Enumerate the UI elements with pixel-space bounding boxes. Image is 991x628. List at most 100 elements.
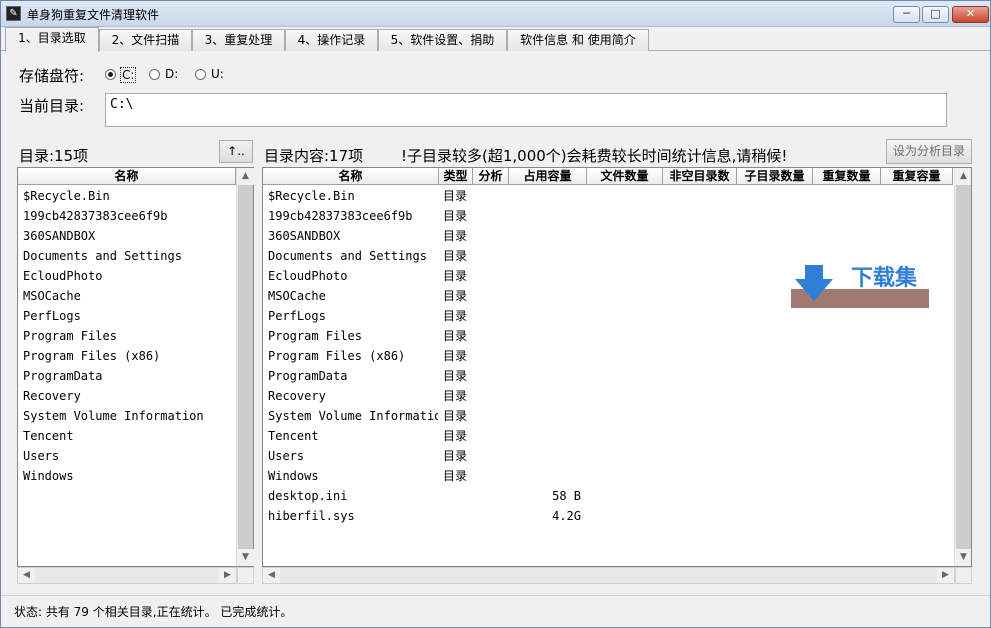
column-header-dup-count[interactable]: 重复数量 [813, 168, 881, 185]
table-cell-size [509, 286, 581, 306]
list-item[interactable]: Users [23, 446, 233, 466]
directory-content-table[interactable]: 名称 类型 分析 占用容量 文件数量 非空目录数 子目录数量 重复数量 重复容量… [262, 167, 972, 567]
column-header-analyze[interactable]: 分析 [473, 168, 509, 185]
tab-file-scan[interactable]: 2、文件扫描 [99, 29, 192, 51]
list-item[interactable]: Program Files (x86) [23, 346, 233, 366]
table-cell-name[interactable]: Documents and Settings [268, 246, 438, 266]
table-cell-name[interactable]: Program Files [268, 326, 438, 346]
set-analysis-dir-button[interactable]: 设为分析目录 [886, 139, 972, 164]
table-cell-name[interactable]: EcloudPhoto [268, 266, 438, 286]
tab-settings-donate[interactable]: 5、软件设置、捐助 [378, 29, 507, 51]
scroll-up-icon[interactable]: ▲ [237, 168, 254, 185]
scroll-right-icon[interactable]: ▶ [937, 568, 954, 583]
directory-list-vscroll-thumb[interactable] [238, 185, 253, 549]
scroll-left-icon[interactable]: ◀ [263, 568, 280, 583]
column-header-file-count[interactable]: 文件数量 [587, 168, 663, 185]
table-cell-name[interactable]: System Volume Informatio [268, 406, 438, 426]
title-bar: ✎ 单身狗重复文件清理软件 ─ □ ✕ [1, 1, 990, 27]
list-item[interactable]: Windows [23, 466, 233, 486]
content-table-vscroll-thumb[interactable] [956, 185, 971, 549]
close-button[interactable]: ✕ [952, 6, 989, 23]
table-cell-type: 目录 [443, 369, 468, 383]
table-cell-size [509, 426, 581, 446]
drive-option-c-label[interactable]: C: [120, 67, 137, 83]
table-cell-size [509, 446, 581, 466]
directory-list-hscroll[interactable]: ◀ ▶ [17, 567, 237, 584]
content-table-hscroll[interactable]: ◀ ▶ [262, 567, 955, 584]
scroll-down-icon[interactable]: ▼ [955, 549, 971, 566]
table-cell-name[interactable]: Recovery [268, 386, 438, 406]
scroll-right-icon[interactable]: ▶ [219, 568, 236, 583]
list-item[interactable]: ProgramData [23, 366, 233, 386]
current-dir-field[interactable]: C:\ [105, 93, 947, 127]
scroll-down-icon[interactable]: ▼ [237, 549, 254, 566]
table-cell-name[interactable]: $Recycle.Bin [268, 186, 438, 206]
table-cell-name[interactable]: Tencent [268, 426, 438, 446]
table-cell-name[interactable]: 360SANDBOX [268, 226, 438, 246]
table-cell-name[interactable]: Users [268, 446, 438, 466]
status-bar: 状态: 共有 79 个相关目录,正在统计。 已完成统计。 [1, 595, 990, 627]
table-cell-name[interactable]: Program Files (x86) [268, 346, 438, 366]
list-item[interactable]: MSOCache [23, 286, 233, 306]
table-cell-type: 目录 [443, 429, 468, 443]
list-item[interactable]: $Recycle.Bin [23, 186, 233, 206]
list-item[interactable]: EcloudPhoto [23, 266, 233, 286]
minimize-button[interactable]: ─ [893, 6, 920, 23]
tab-software-info[interactable]: 软件信息 和 使用简介 [507, 29, 649, 51]
table-cell-size [509, 466, 581, 486]
table-cell-type: 目录 [443, 449, 468, 463]
directory-list-vscroll[interactable]: ▲ ▼ [236, 168, 254, 566]
column-header-subdir-count[interactable]: 子目录数量 [737, 168, 813, 185]
content-count-label: 目录内容:17项 [264, 147, 364, 165]
status-text: 状态: 共有 79 个相关目录,正在统计。 已完成统计。 [14, 605, 293, 619]
list-item[interactable]: PerfLogs [23, 306, 233, 326]
drive-option-d-label[interactable]: D: [165, 67, 178, 81]
table-cell-type: 目录 [443, 289, 468, 303]
table-cell-size [509, 246, 581, 266]
table-cell-name[interactable]: desktop.ini [268, 486, 438, 506]
tab-operation-log[interactable]: 4、操作记录 [285, 29, 378, 51]
directory-list[interactable]: 名称 $Recycle.Bin 199cb42837383cee6f9b 360SA… [17, 167, 254, 567]
table-cell-size [509, 226, 581, 246]
table-cell-type: 目录 [443, 209, 468, 223]
list-item[interactable]: Recovery [23, 386, 233, 406]
list-item[interactable]: Tencent [23, 426, 233, 446]
window-title: 单身狗重复文件清理软件 [27, 8, 160, 22]
table-cell-name[interactable]: Windows [268, 466, 438, 486]
drive-radio-c[interactable] [105, 69, 116, 80]
list-item[interactable]: 360SANDBOX [23, 226, 233, 246]
tab-directory-select[interactable]: 1、目录选取 [5, 27, 99, 52]
drive-radio-u[interactable] [195, 69, 206, 80]
drive-option-u-label[interactable]: U: [211, 67, 224, 81]
column-header-nonempty-dirs[interactable]: 非空目录数 [663, 168, 737, 185]
list-item[interactable]: 199cb42837383cee6f9b [23, 206, 233, 226]
download-arrow-icon: 下载集 [791, 265, 929, 308]
list-item[interactable]: Documents and Settings [23, 246, 233, 266]
drive-radio-d[interactable] [149, 69, 160, 80]
list-item[interactable]: System Volume Information [23, 406, 233, 426]
scroll-left-icon[interactable]: ◀ [18, 568, 35, 583]
scroll-up-icon[interactable]: ▲ [955, 168, 971, 185]
maximize-button[interactable]: □ [922, 6, 949, 23]
table-cell-name[interactable]: hiberfil.sys [268, 506, 438, 526]
column-header-dup-size[interactable]: 重复容量 [881, 168, 953, 185]
tab-duplicate-handling[interactable]: 3、重复处理 [192, 29, 285, 51]
table-cell-size [509, 186, 581, 206]
table-cell-name[interactable]: 199cb42837383cee6f9b [268, 206, 438, 226]
column-header-used-size[interactable]: 占用容量 [509, 168, 587, 185]
table-cell-type: 目录 [443, 389, 468, 403]
app-icon: ✎ [6, 6, 21, 21]
logo-text: 下载集 [851, 265, 918, 291]
table-cell-size [509, 206, 581, 226]
column-header-name[interactable]: 名称 [18, 168, 236, 185]
watermark-logo: 下载集 [791, 265, 931, 310]
table-cell-name[interactable]: ProgramData [268, 366, 438, 386]
table-cell-type: 目录 [443, 469, 468, 483]
content-table-vscroll[interactable]: ▲ ▼ [954, 168, 971, 566]
list-item[interactable]: Program Files [23, 326, 233, 346]
table-cell-name[interactable]: MSOCache [268, 286, 438, 306]
parent-dir-button[interactable]: ↑.. [219, 140, 253, 163]
column-header-type[interactable]: 类型 [439, 168, 473, 185]
table-cell-name[interactable]: PerfLogs [268, 306, 438, 326]
column-header-name[interactable]: 名称 [263, 168, 439, 185]
